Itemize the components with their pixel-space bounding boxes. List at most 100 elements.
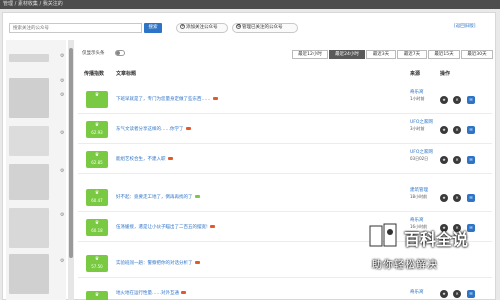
- source-time: 03日02日: [410, 156, 429, 161]
- gear-icon[interactable]: ⚙: [60, 258, 64, 264]
- trophy-icon: ♛: [94, 190, 100, 196]
- dislike-icon[interactable]: ✕: [453, 126, 461, 134]
- table-row[interactable]: ♛ 62.85 能组艺校合生，不建入职 UFO之家网 03日02日 ★ ✕ ✉: [78, 146, 492, 174]
- trophy-icon: ♛: [94, 152, 100, 158]
- favorite-icon[interactable]: ★: [440, 96, 448, 104]
- article-title-text: 东气文读者分享这样的……你学了: [116, 127, 184, 132]
- plus-icon: +: [180, 24, 185, 29]
- gear-icon[interactable]: ⚙: [60, 168, 64, 174]
- headline-only-label: 仅显示头条: [82, 51, 105, 56]
- favorite-icon[interactable]: ★: [440, 194, 448, 202]
- dislike-icon[interactable]: ✕: [453, 156, 461, 164]
- article-title-text: 好不起：竟要走工地了，倒再再找的了: [116, 195, 193, 200]
- tab-24h[interactable]: 最近24小时: [329, 50, 365, 59]
- score-badge: ♛: [86, 91, 108, 108]
- headline-only-toggle[interactable]: [115, 50, 125, 56]
- table-row[interactable]: ♛ 下班早就是了，专门为您量身定做了些东西…… 奇乐窝 1小时前 ★ ✕ ✉: [78, 86, 492, 114]
- watermark-title: 百科全说: [404, 230, 469, 249]
- sidebar-item[interactable]: [9, 126, 49, 156]
- video-icon: [212, 97, 218, 100]
- gear-icon[interactable]: ⚙: [60, 92, 64, 98]
- header-source: 来源: [410, 71, 421, 77]
- score-badge: ♛ 60.18: [86, 219, 108, 236]
- favorite-icon[interactable]: ★: [440, 126, 448, 134]
- source[interactable]: 建筑管理 18小时前: [410, 188, 428, 200]
- gear-icon[interactable]: ⚙: [60, 78, 64, 84]
- source-name: 建筑管理: [410, 188, 428, 193]
- article-title-text: 下班早就是了，专门为您量身定做了些东西……: [116, 97, 211, 102]
- add-follow-button[interactable]: +添加关注公众号: [176, 23, 228, 33]
- article-title-text: 能组艺校合生，不建入职: [116, 157, 166, 162]
- source-time: 18小时前: [410, 194, 428, 199]
- breadcrumb: 管理 / 素材收集 / 我关注的: [0, 0, 500, 9]
- tab-12h[interactable]: 最近12小时: [292, 50, 328, 59]
- source[interactable]: UFO之家网 3小时前: [410, 120, 433, 132]
- sidebar-item[interactable]: [9, 54, 49, 62]
- header-action: 操作: [440, 71, 451, 77]
- image-icon: [194, 195, 200, 198]
- article-title[interactable]: 东气文读者分享这样的……你学了: [116, 126, 191, 132]
- article-title[interactable]: 地火地在运行性量……对外互通: [116, 290, 186, 296]
- sidebar-scrollbar[interactable]: [68, 40, 74, 300]
- dislike-icon[interactable]: ✕: [453, 194, 461, 202]
- sidebar-item[interactable]: [9, 208, 49, 248]
- search-button[interactable]: 搜索: [144, 23, 162, 33]
- article-title[interactable]: 好不起：竟要走工地了，倒再再找的了: [116, 194, 200, 200]
- source-time: 3小时前: [410, 126, 425, 131]
- score-badge: ♛ 57.50: [86, 255, 108, 272]
- sidebar-item[interactable]: [9, 164, 49, 200]
- source-time: 1小时前: [410, 96, 425, 101]
- tab-3d[interactable]: 最近3天: [366, 50, 396, 59]
- watermark-subtitle: 助你轻松解决: [372, 260, 438, 271]
- trophy-icon: ♛: [94, 292, 100, 298]
- video-icon: [185, 127, 191, 130]
- message-icon[interactable]: ✉: [467, 126, 475, 134]
- message-icon[interactable]: ✉: [467, 194, 475, 202]
- tab-7d[interactable]: 最近7天: [397, 50, 427, 59]
- message-icon[interactable]: ✉: [467, 96, 475, 104]
- search-input[interactable]: [9, 23, 142, 33]
- favorite-icon[interactable]: ★: [440, 156, 448, 164]
- article-title-text: 伍涤媛接，遣是让小伙子瞄出了二百五的摆宽!: [116, 225, 208, 230]
- manage-follow-label: 管理已关注的公众号: [242, 25, 283, 30]
- trophy-icon: ♛: [94, 220, 100, 226]
- sidebar-item[interactable]: [9, 254, 49, 294]
- header-score: 传播指数: [84, 71, 105, 77]
- score-value: 57.50: [91, 264, 103, 269]
- scrollbar-thumb[interactable]: [69, 48, 73, 258]
- dislike-icon[interactable]: ✕: [453, 96, 461, 104]
- table-row[interactable]: ♛ 60.47 好不起：竟要走工地了，倒再再找的了 建筑管理 18小时前 ★ ✕ ✉: [78, 184, 492, 212]
- score-badge: ♛ 60.47: [86, 189, 108, 206]
- trophy-icon: ♛: [94, 256, 100, 262]
- tab-30d[interactable]: 最近30天: [461, 50, 493, 59]
- article-title-text: 地火地在运行性量……对外互通: [116, 291, 179, 296]
- gear-icon[interactable]: ⚙: [60, 212, 64, 218]
- message-icon[interactable]: ✉: [467, 156, 475, 164]
- video-icon: [194, 261, 200, 264]
- source-name: 奇乐窝: [410, 90, 424, 95]
- source[interactable]: 奇乐窝 1小时前: [410, 90, 425, 102]
- gear-icon[interactable]: ⚙: [60, 130, 64, 136]
- watermark-logo-icon: [369, 223, 397, 247]
- old-version-link[interactable]: [返回旧版]: [454, 23, 476, 29]
- gear-icon[interactable]: ⚙: [60, 53, 64, 59]
- source-name: UFO之家网: [410, 120, 433, 125]
- manage-follow-button[interactable]: ⚙管理已关注的公众号: [232, 23, 298, 33]
- gear-icon: ⚙: [236, 24, 242, 29]
- source[interactable]: UFO之家网 03日02日: [410, 150, 433, 162]
- score-value: 60.47: [91, 198, 103, 203]
- score-badge: ♛: [86, 291, 108, 300]
- tab-15d[interactable]: 最近15天: [428, 50, 460, 59]
- article-title[interactable]: 能组艺校合生，不建入职: [116, 156, 173, 162]
- toggle-knob: [116, 51, 120, 55]
- article-title[interactable]: 下班早就是了，专门为您量身定做了些东西……: [116, 96, 218, 102]
- video-icon: [209, 225, 215, 228]
- table-row[interactable]: ♛ 62.93 东气文读者分享这样的……你学了 UFO之家网 3小时前 ★ ✕ ✉: [78, 116, 492, 144]
- score-badge: ♛ 62.93: [86, 121, 108, 138]
- article-title[interactable]: 伍涤媛接，遣是让小伙子瞄出了二百五的摆宽!: [116, 224, 215, 230]
- video-icon: [167, 157, 173, 160]
- trophy-icon: ♛: [94, 92, 100, 98]
- sidebar-item[interactable]: [9, 78, 49, 118]
- article-title-text: 实验班闯一趟：警察把你的对话分析了: [116, 261, 193, 266]
- article-title[interactable]: 实验班闯一趟：警察把你的对话分析了: [116, 260, 200, 266]
